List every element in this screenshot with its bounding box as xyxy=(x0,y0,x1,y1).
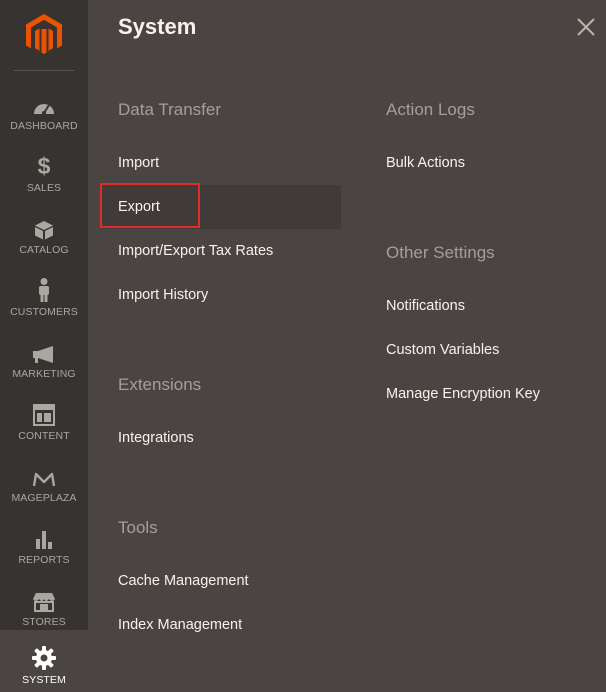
dashboard-icon xyxy=(32,90,56,116)
layout-icon xyxy=(33,400,55,426)
menu-link-notifications[interactable]: Notifications xyxy=(386,298,465,314)
magento-logo[interactable] xyxy=(0,0,88,70)
sidebar-item-system[interactable]: SYSTEM xyxy=(0,630,88,692)
sidebar-item-label: REPORTS xyxy=(18,554,70,566)
sidebar-item-label: SYSTEM xyxy=(22,674,66,686)
sidebar-item-customers[interactable]: CUSTOMERS xyxy=(0,262,88,324)
close-button[interactable] xyxy=(574,15,598,39)
menu-link-import[interactable]: Import xyxy=(118,155,159,171)
mageplaza-icon xyxy=(32,462,56,488)
menu-link-custom-variables[interactable]: Custom Variables xyxy=(386,342,499,358)
gear-icon xyxy=(32,644,56,670)
sidebar-item-label: MAGEPLAZA xyxy=(11,492,77,504)
menu-link-cache-management[interactable]: Cache Management xyxy=(118,573,249,589)
sidebar-item-catalog[interactable]: CATALOG xyxy=(0,200,88,262)
sidebar-item-label: SALES xyxy=(26,182,62,194)
menu-link-import-export-tax-rates[interactable]: Import/Export Tax Rates xyxy=(118,243,273,259)
menu-link-import-history[interactable]: Import History xyxy=(118,287,208,303)
menu-link-manage-encryption-key[interactable]: Manage Encryption Key xyxy=(386,386,540,402)
sidebar-item-dashboard[interactable]: DASHBOARD xyxy=(0,76,88,138)
sidebar-item-label: STORES xyxy=(22,616,66,628)
sidebar-item-sales[interactable]: $ SALES xyxy=(0,138,88,200)
store-icon xyxy=(32,586,56,612)
dollar-icon: $ xyxy=(37,153,51,179)
sidebar-item-label: CONTENT xyxy=(18,430,70,442)
megaphone-icon xyxy=(32,338,56,364)
sidebar-item-content[interactable]: CONTENT xyxy=(0,386,88,448)
sidebar-item-label: CATALOG xyxy=(19,244,69,256)
magento-logo-icon xyxy=(26,14,62,54)
menu-link-integrations[interactable]: Integrations xyxy=(118,430,194,446)
section-title-tools: Tools xyxy=(118,518,158,537)
export-highlight-box xyxy=(100,183,200,228)
bar-chart-icon xyxy=(34,524,54,550)
admin-sidebar: DASHBOARD $ SALES CATALOG CUSTOMERS MARK… xyxy=(0,0,88,692)
sidebar-item-mageplaza[interactable]: MAGEPLAZA xyxy=(0,448,88,510)
panel-title: System xyxy=(118,14,197,39)
section-title-data-transfer: Data Transfer xyxy=(118,100,221,119)
person-icon xyxy=(37,276,51,302)
sidebar-item-marketing[interactable]: MARKETING xyxy=(0,324,88,386)
sidebar-item-stores[interactable]: STORES xyxy=(0,572,88,634)
sidebar-item-label: CUSTOMERS xyxy=(10,306,78,318)
sidebar-item-reports[interactable]: REPORTS xyxy=(0,510,88,572)
sidebar-item-label: DASHBOARD xyxy=(10,120,78,132)
close-icon xyxy=(577,18,595,36)
section-title-other-settings: Other Settings xyxy=(386,243,495,262)
section-title-extensions: Extensions xyxy=(118,375,202,394)
menu-link-bulk-actions[interactable]: Bulk Actions xyxy=(386,155,465,171)
menu-link-index-management[interactable]: Index Management xyxy=(118,617,242,633)
logo-divider xyxy=(14,70,74,71)
sidebar-item-label: MARKETING xyxy=(12,368,76,380)
section-title-action-logs: Action Logs xyxy=(386,100,475,119)
box-icon xyxy=(34,214,54,240)
